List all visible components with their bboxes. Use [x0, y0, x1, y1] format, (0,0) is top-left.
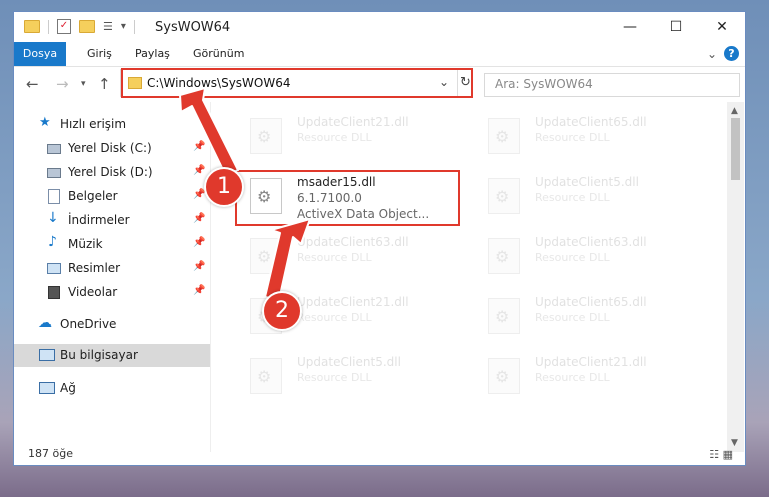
arrow-to-address-bar: [179, 87, 239, 177]
step-badge-1: 1: [204, 167, 244, 207]
arrow-to-file: [264, 218, 311, 301]
step-badge-2: 2: [262, 291, 302, 331]
annotation-arrows: [179, 87, 311, 301]
